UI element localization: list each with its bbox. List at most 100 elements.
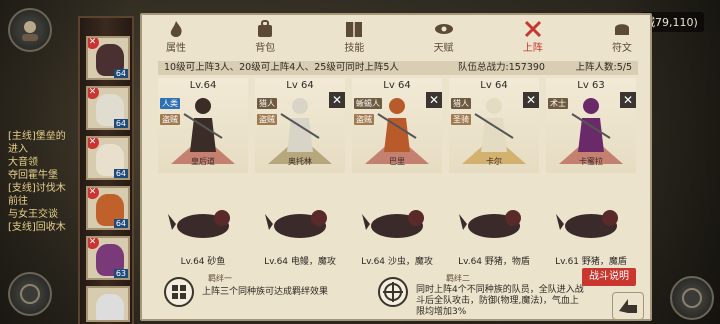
tab-bar: 属性 背包 技能 天赋 上阵 符文: [154, 19, 644, 54]
quest-line: 大音领: [8, 157, 38, 168]
lineup-count: 上阵人数:5/5: [575, 62, 633, 73]
hero-name: 奥托林: [288, 157, 312, 166]
bond-two-icon[interactable]: [378, 277, 408, 307]
hero-card[interactable]: Lv 64 猎人圣骑 ✕ 卡尔 Lv.64 野猪，物盾: [449, 78, 539, 270]
hero-tag: 猎人: [257, 98, 277, 109]
swords-icon: [524, 20, 541, 38]
pet-name: Lv.64 野猪，物盾: [458, 257, 530, 267]
pet-figure: [168, 210, 230, 238]
roster-slot[interactable]: ✕ 64: [86, 86, 130, 130]
tab-talent[interactable]: 天赋: [422, 19, 466, 54]
hero-figure: [280, 98, 320, 152]
top-left-avatar-button[interactable]: [8, 8, 52, 52]
pet-figure: [265, 210, 327, 238]
hero-tag: 圣骑: [451, 114, 471, 125]
roster-level: 64: [113, 119, 128, 128]
hero-tag: 猎人: [451, 98, 471, 109]
pet-area[interactable]: Lv.64 电鳗，魔攻: [255, 176, 345, 270]
quest-line: [主线]堡垒的: [8, 131, 66, 142]
crosshair-icon: [383, 282, 403, 302]
remove-icon[interactable]: ✕: [88, 238, 99, 249]
remove-hero-button[interactable]: ✕: [620, 92, 636, 108]
quest-line: 前往: [8, 196, 28, 207]
pet-area[interactable]: Lv.64 砂鱼: [158, 176, 248, 270]
hero-tag: 盗贼: [160, 114, 180, 125]
lineup-rule: 10级可上阵3人、20级可上阵4人、25级可同时上阵5人: [164, 62, 399, 73]
roster-slot[interactable]: ✕ 64: [86, 36, 130, 80]
back-arrow-icon: [619, 299, 637, 313]
battle-guide-button[interactable]: 战斗说明: [582, 268, 636, 286]
lineup-info-bar: 10级可上阵3人、20级可上阵4人、25级可同时上阵5人 队伍总战力:15739…: [158, 61, 638, 75]
quest-line: [支线]回收木: [8, 222, 66, 233]
hero-name: 皇后道: [191, 157, 215, 166]
helmet-icon: [614, 24, 629, 35]
hero-tag: 盗贼: [257, 114, 277, 125]
hero-card[interactable]: Lv 64 猎人 盗贼 ✕ 奥托林 Lv.64 电鳗，魔攻: [255, 78, 345, 270]
eye-icon: [434, 24, 453, 34]
hero-level: Lv.64: [189, 80, 217, 91]
hero-card[interactable]: Lv 64 蜥蜴人 盗贼 ✕ 巴里 Lv.64 沙虫，魔攻: [352, 78, 442, 270]
hero-level: Lv 64: [383, 80, 411, 91]
quest-line: 夺回霍牛堡: [8, 170, 58, 181]
quest-line: 与女王交谈: [8, 209, 58, 220]
bond-two: 羁绊二 同时上阵4个不同种族的队员，全队进入战斗后全队攻击，防御(物理,魔法)，…: [378, 273, 598, 319]
quest-log[interactable]: [主线]堡垒的 进入 大音领 夺回霍牛堡 [支线]讨伐木 前往 与女王交谈 [支…: [8, 130, 78, 234]
roster-level: 63: [113, 269, 128, 278]
remove-icon[interactable]: ✕: [88, 88, 99, 99]
pet-figure: [362, 210, 424, 238]
back-button[interactable]: [612, 292, 644, 320]
tab-bag[interactable]: 背包: [243, 19, 287, 54]
roster-slot[interactable]: ✕ 63: [86, 236, 130, 280]
quest-line: [支线]讨伐木: [8, 183, 66, 194]
hero-level: Lv 64: [480, 80, 508, 91]
tab-runes[interactable]: 符文: [600, 19, 644, 54]
roster-level: 64: [113, 219, 128, 228]
bottom-left-menu-button[interactable]: [8, 272, 52, 316]
hero-name: 卡蜜拉: [579, 157, 603, 166]
roster-slot[interactable]: ✕ 64: [86, 186, 130, 230]
pet-figure: [556, 210, 618, 238]
hero-portrait-area: Lv 64 蜥蜴人 盗贼 ✕ 巴里: [352, 78, 442, 173]
pet-area[interactable]: Lv.61 野猪，魔盾: [546, 176, 636, 270]
tab-attributes[interactable]: 属性: [154, 19, 198, 54]
remove-icon[interactable]: ✕: [88, 188, 99, 199]
pet-name: Lv.61 野猪，魔盾: [555, 257, 627, 267]
bond-one-icon[interactable]: [164, 277, 194, 307]
bond-two-title: 羁绊二: [446, 274, 470, 283]
remove-hero-button[interactable]: ✕: [426, 92, 442, 108]
pet-area[interactable]: Lv.64 沙虫，魔攻: [352, 176, 442, 270]
hero-card[interactable]: Lv 63 术士 ✕ 卡蜜拉 Lv.61 野猪，魔盾: [546, 78, 636, 270]
hero-tag: 盗贼: [354, 114, 374, 125]
roster-level: 64: [113, 69, 128, 78]
bag-icon: [258, 20, 273, 37]
remove-icon[interactable]: ✕: [88, 138, 99, 149]
roster-level: 64: [113, 169, 128, 178]
pet-area[interactable]: Lv.64 野猪，物盾: [449, 176, 539, 270]
pet-figure: [459, 210, 521, 238]
remove-hero-button[interactable]: ✕: [523, 92, 539, 108]
bond-one: 羁绊一 上阵三个同种族可达成羁绊效果: [158, 273, 358, 319]
hero-card[interactable]: Lv.64 人类盗贼 皇后道 Lv.64 砂鱼: [158, 78, 248, 270]
hero-figure: [377, 98, 417, 152]
hero-tag: 人类: [160, 98, 180, 109]
flame-icon: [170, 21, 182, 37]
roster-slot[interactable]: ✕ 64: [86, 136, 130, 180]
grid-icon: [172, 285, 186, 299]
tab-skills[interactable]: 技能: [332, 19, 376, 54]
pet-name: Lv.64 电鳗，魔攻: [264, 257, 336, 267]
hero-figure: [474, 98, 514, 152]
bottom-right-menu-button[interactable]: [670, 276, 714, 320]
roster-slot[interactable]: [86, 286, 130, 322]
tab-lineup[interactable]: 上阵: [511, 19, 555, 54]
hero-name: 卡尔: [486, 157, 502, 166]
remove-icon[interactable]: ✕: [88, 38, 99, 49]
bond-two-text: 同时上阵4个不同种族的队员，全队进入战斗后全队攻击，防御(物理,魔法)，气血上限…: [416, 285, 584, 317]
hero-roster-rail: ✕ 64 ✕ 64 ✕ 64 ✕ 64 ✕ 63: [78, 16, 134, 324]
bond-section: 羁绊一 上阵三个同种族可达成羁绊效果 羁绊二 同时上阵4个不同种族的队员，全队进…: [158, 273, 638, 319]
hero-figure: [183, 98, 223, 152]
quest-line: 进入: [8, 144, 28, 155]
hero-name: 巴里: [389, 157, 405, 166]
pet-name: Lv.64 砂鱼: [180, 257, 226, 267]
remove-hero-button[interactable]: ✕: [329, 92, 345, 108]
book-icon: [346, 22, 363, 37]
